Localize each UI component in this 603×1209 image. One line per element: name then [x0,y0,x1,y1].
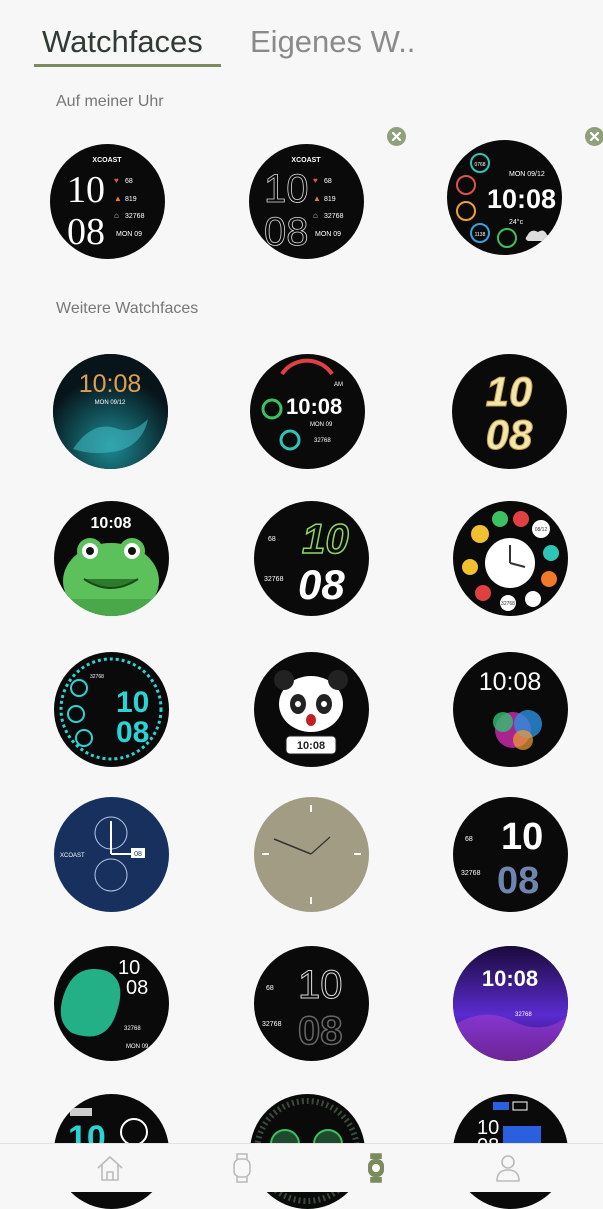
steps: 32768 [264,576,284,583]
cloud-icon [525,230,551,241]
date: MON 09/12 [509,171,545,178]
heart-rate: 68 [266,985,274,992]
heart-rate: 68 [324,178,332,185]
svg-text:AM: AM [334,382,343,388]
nav-device[interactable] [222,1150,262,1186]
steps: 32768 [501,601,515,607]
watchface-installed-3[interactable]: 0768 1138 MON 09/12 10:08 24°c [447,140,562,255]
watchface-item[interactable]: 10 08 32768 MON 09 [54,946,169,1061]
watchface-installed-1[interactable]: XCOAST 10 08 ♥ 68 ▲ 819 ⌂ 32768 MON 09 [50,144,165,259]
watchface-item[interactable]: 10 08 [452,354,567,469]
date: MON 09 [310,422,333,428]
watchface-item[interactable]: 08/12 32768 [453,501,568,616]
steps: 32768 [262,1021,282,1028]
watchface-item[interactable]: 10:08 [453,652,568,767]
watchface-item[interactable]: 10:08 [54,501,169,616]
flame-icon: ▲ [114,194,122,203]
tab-watchfaces[interactable]: Watchfaces [42,24,203,60]
calories: 819 [324,196,336,203]
shoe-icon: ⌂ [313,211,318,220]
watchface-item[interactable]: 10:08 MON 09/12 [53,354,168,469]
nav-home[interactable] [90,1150,130,1186]
hour-digits: 10 [298,963,343,1007]
date: 08/12 [535,527,548,533]
close-icon [391,131,402,142]
brand-label: XCOAST [92,157,122,164]
section-title-on-watch: Auf meiner Uhr [56,93,164,110]
hour-digits: 10 [501,816,543,858]
steps: 32768 [324,213,344,220]
heart-rate: 68 [465,836,473,843]
date: 08 [134,851,142,858]
watchface-icon [368,1153,384,1183]
steps: 32768 [90,674,104,680]
watchface-item[interactable]: 10 08 32768 [54,652,169,767]
watchface-installed-2[interactable]: XCOAST 10 08 ♥ 68 ▲ 819 ⌂ 32768 MON 09 [249,144,364,259]
svg-text:1138: 1138 [475,232,486,238]
tab-bar: Watchfaces Eigenes W.. [0,0,603,72]
time: 10:08 [79,370,142,398]
date: MON 09 [116,231,142,238]
minute-digits: 08 [67,211,105,253]
remove-watchface-3-button[interactable] [585,127,603,146]
watchface-item[interactable]: 10:08 [254,652,369,767]
shoe-icon: ⌂ [114,211,119,220]
brand-label: XCOAST [60,853,85,859]
minute-digits: 08 [298,1009,343,1053]
steps: 32768 [314,438,331,444]
flame-icon: ▲ [313,194,321,203]
brand-label: XCOAST [291,157,321,164]
close-icon [589,131,600,142]
minute-digits: 08 [298,561,345,608]
calories: 819 [125,196,137,203]
watchface-item[interactable]: 68 10 08 32768 [254,501,369,616]
home-icon [97,1156,123,1181]
minute-digits: 08 [497,860,539,902]
bottom-navigation [0,1143,603,1192]
date: MON 09 [126,1044,149,1050]
hour-digits: 10 [118,957,140,979]
watchface-item[interactable]: AM 10:08 MON 09 32768 [250,354,365,469]
watchface-item[interactable]: XCOAST 08 [54,797,169,912]
nav-profile[interactable] [488,1150,528,1186]
svg-text:0768: 0768 [474,162,485,168]
heart-icon: ♥ [114,176,119,185]
hour-digits: 10 [302,515,349,562]
time: 10:08 [479,668,542,696]
steps: 32768 [461,870,481,877]
hour-digits: 10 [67,169,105,211]
time: 10:08 [482,966,538,991]
nav-watchfaces[interactable] [356,1150,396,1186]
minute-digits: 08 [486,411,533,458]
hour-digits: 10 [486,368,533,415]
steps: 32768 [515,1012,532,1018]
watchface-item[interactable]: 10:08 32768 [453,946,568,1061]
date: MON 09/12 [95,400,126,406]
section-title-more-watchfaces: Weitere Watchfaces [56,300,199,317]
tab-custom-watchface[interactable]: Eigenes W.. [250,24,415,60]
profile-icon [496,1155,520,1182]
time: 10:08 [297,740,325,752]
minute-digits: 08 [116,716,149,749]
watchface-item[interactable]: 68 10 08 32768 [254,946,369,1061]
heart-rate: 68 [268,536,276,543]
temperature: 24°c [509,218,524,226]
remove-watchface-2-button[interactable] [387,127,406,146]
time: 10:08 [91,515,132,532]
hour-digits: 10 [116,686,149,719]
time: 10:08 [487,184,556,214]
heart-icon: ♥ [313,176,318,185]
date: MON 09 [315,231,341,238]
steps: 32768 [124,1026,141,1032]
heart-rate: 68 [125,178,133,185]
time: 10:08 [286,394,342,419]
watch-outline-icon [233,1153,251,1183]
steps: 32768 [125,213,145,220]
minute-digits: 08 [264,210,309,254]
hour-digits: 10 [264,167,309,211]
active-tab-indicator [34,64,221,67]
watchface-item[interactable]: 68 10 08 32768 [453,797,568,912]
watchface-item[interactable] [254,797,369,912]
minute-digits: 08 [126,977,148,999]
